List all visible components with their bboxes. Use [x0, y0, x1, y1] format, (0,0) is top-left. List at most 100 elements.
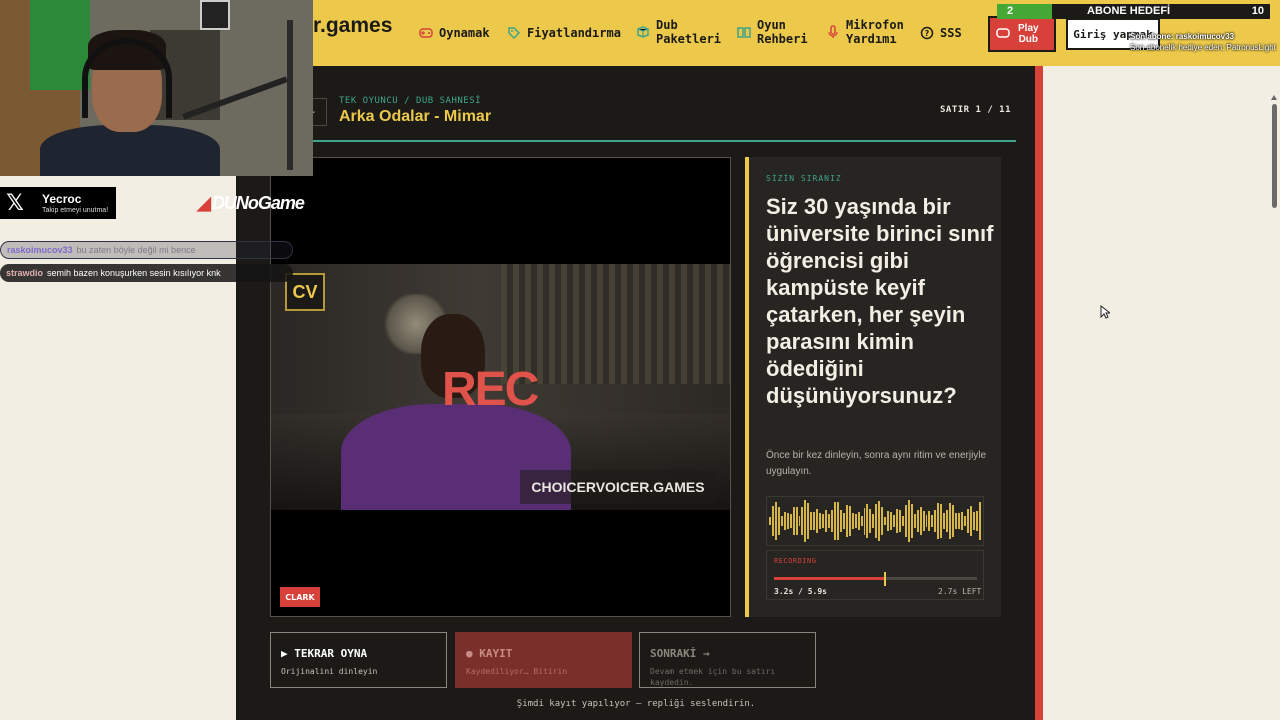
scroll-up-arrow[interactable] [1271, 95, 1277, 100]
nav-sss[interactable]: ? SSS [920, 26, 962, 40]
waveform-bar [928, 511, 931, 531]
cam-picture [200, 0, 230, 30]
waveform-bar [839, 509, 842, 533]
play-dub-button[interactable]: Play Dub [988, 16, 1056, 52]
prompt-hint: Önce bir kez dinleyin, sonra aynı ritim … [766, 450, 987, 477]
microphone-icon [826, 25, 840, 39]
waveform-bar [813, 512, 816, 530]
headphones-icon [82, 38, 172, 118]
waveform-bar [966, 508, 969, 534]
brand-name: DUNoGame [211, 193, 305, 213]
waveform-bar [943, 512, 946, 530]
waveform-bar [822, 514, 825, 528]
waveform-bar [913, 514, 916, 528]
replay-sub: Orijinalini dinleyin [281, 667, 378, 676]
chat-message: strawdio semih bazen konuşurken sesin kı… [0, 264, 293, 282]
chat-username: raskoimucov33 [7, 245, 73, 255]
replay-title: ▶ TEKRAR OYNA [281, 647, 368, 660]
next-button[interactable]: SONRAKİ → Devam etmek için bu satırı kay… [639, 632, 816, 688]
waveform-bar [833, 502, 836, 540]
recording-label: RECORDING [774, 557, 817, 565]
nav-label: Fiyatlandırma [527, 26, 621, 40]
waveform-bar [919, 506, 922, 536]
x-logo-icon: 𝕏 [6, 190, 24, 216]
waveform-bar [904, 505, 907, 537]
package-icon [636, 25, 650, 39]
waveform-bar [798, 515, 801, 527]
status-text: Şimdi kayıt yapılıyor — repliği seslendi… [516, 699, 756, 709]
waveform-bar [949, 502, 952, 540]
waveform-bar [795, 507, 798, 535]
goal-title: ABONE HEDEFİ [1087, 5, 1171, 17]
nav-dub-paketleri[interactable]: Dub Paketleri [636, 18, 721, 46]
recording-playhead [883, 572, 886, 586]
waveform-bar [960, 512, 963, 530]
waveform-bar [792, 507, 795, 535]
character-tag: CLARK [280, 587, 320, 607]
prompt-question: Siz 30 yaşında bir üniversite birinci sı… [766, 194, 994, 408]
nav-mikrofon-yardimi[interactable]: Mikrofon Yardımı [826, 18, 904, 46]
video-watermark: CHOICERVOICER.GAMES [520, 470, 716, 504]
book-icon [737, 25, 751, 39]
scrollbar-thumb[interactable] [1272, 104, 1277, 208]
social-name: Yecroc [42, 192, 82, 206]
chat-text: semih bazen konuşurken sesin kısılıyor k… [47, 268, 221, 278]
waveform-bar [854, 513, 857, 529]
waveform-bar [783, 512, 786, 530]
accent-stripe [1035, 66, 1043, 720]
nav-label: Oynamak [439, 26, 490, 40]
waveform-bar [910, 503, 913, 539]
waveform-bar [925, 515, 928, 527]
waveform-bar [975, 511, 978, 531]
recording-progress-fill [774, 577, 884, 580]
mouse-cursor-icon [1100, 304, 1112, 324]
waveform-bar [774, 502, 777, 540]
waveform-bar [934, 509, 937, 533]
waveform-bar [842, 512, 845, 530]
waveform-bar [893, 514, 895, 528]
waveform-bar [907, 500, 910, 542]
site-logo[interactable]: r.games [313, 14, 392, 38]
waveform-bar [881, 507, 884, 535]
nav-label: Mikrofon Yardımı [846, 18, 904, 46]
next-title: SONRAKİ → [650, 647, 710, 660]
waveform-bar [828, 514, 831, 528]
waveform-bar [777, 506, 780, 536]
nav-oynamak[interactable]: Oynamak [419, 26, 490, 40]
subscriber-goal-bar: 2 ABONE HEDEFİ 10 [997, 4, 1270, 19]
waveform-bar [804, 500, 807, 542]
waveform-bar [884, 516, 887, 526]
waveform-bar [952, 504, 955, 538]
waveform-bar [866, 504, 869, 538]
waveform-bar [857, 512, 860, 530]
nav-label: Dub Paketleri [656, 18, 722, 46]
brand-logo: ◢ DUNoGame [197, 193, 305, 214]
waveform-bar [819, 512, 822, 530]
cam-flag [30, 0, 90, 90]
tag-icon [507, 26, 521, 40]
replay-button[interactable]: ▶ TEKRAR OYNA Orijinalini dinleyin [270, 632, 447, 688]
goal-target: 10 [1251, 5, 1264, 17]
record-title: ● KAYIT [466, 647, 513, 660]
right-panel [1043, 66, 1280, 720]
prompt-label: SİZİN SIRANIZ [766, 174, 842, 183]
recording-elapsed: 3.2s / 5.9s [774, 587, 827, 596]
waveform-bar [887, 510, 890, 532]
gamepad-icon [996, 27, 1010, 42]
waveform-bar [810, 512, 813, 530]
nav-oyun-rehberi[interactable]: Oyun Rehberi [737, 18, 808, 46]
waveform-bar [955, 512, 957, 530]
record-button[interactable]: ● KAYIT Kaydediliyor… Bitirin [455, 632, 632, 688]
nav-label: SSS [940, 26, 962, 40]
waveform-bar [898, 509, 901, 533]
nav-fiyatlandirma[interactable]: Fiyatlandırma [507, 26, 621, 40]
waveform-bar [780, 515, 783, 527]
social-badge: 𝕏 Yecroc Takip etmeyi unutma! [0, 187, 116, 219]
cv-logo: CV [285, 273, 325, 311]
waveform-bar [771, 506, 774, 536]
waveform-bar [937, 502, 940, 540]
webcam-overlay [0, 0, 313, 176]
waveform-bar [860, 515, 863, 527]
scene-title: Arka Odalar - Mimar [339, 108, 492, 125]
waveform-bar [845, 504, 848, 538]
